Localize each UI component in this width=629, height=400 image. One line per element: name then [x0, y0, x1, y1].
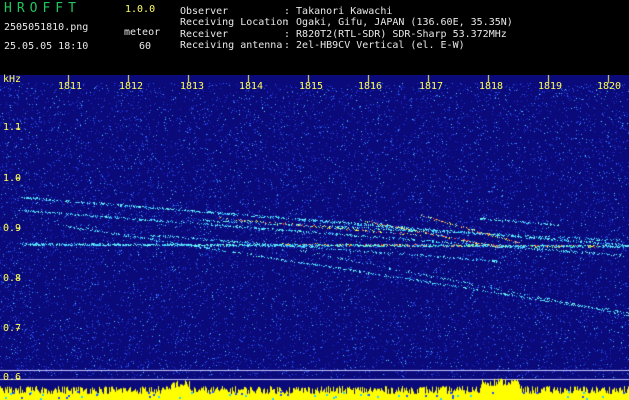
- x-tick-label: 1815: [299, 81, 324, 92]
- meteor-label: meteor: [124, 27, 161, 38]
- antenna-value: : 2el-HB9CV Vertical (el. E-W): [284, 40, 465, 51]
- app-logo: HROFFT: [4, 1, 81, 16]
- observer-label: Observer: [180, 6, 229, 17]
- y-tick-label: 0.9: [3, 223, 22, 234]
- location-value: : Ogaki, Gifu, JAPAN (136.60E, 35.35N): [284, 17, 513, 28]
- file-name: 2505051810.png: [4, 22, 89, 33]
- x-tick-label: 1811: [58, 81, 83, 92]
- y-tick-label: 0.8: [3, 273, 22, 284]
- x-tick-label: 1812: [119, 81, 144, 92]
- x-tick-label: 1819: [538, 81, 563, 92]
- x-tick-label: 1814: [239, 81, 264, 92]
- capture-datetime: 25.05.05 18:10: [4, 41, 89, 52]
- x-tick-label: 1820: [597, 81, 622, 92]
- x-tick-label: 1813: [180, 81, 205, 92]
- x-tick-label: 1816: [358, 81, 383, 92]
- spectrogram-canvas: [0, 75, 629, 400]
- antenna-label: Receiving antenna: [180, 40, 283, 51]
- receiver-value: : R820T2(RTL-SDR) SDR-Sharp 53.372MHz: [284, 29, 507, 40]
- receiver-label: Receiver: [180, 29, 229, 40]
- y-tick-label: 1.0: [3, 173, 22, 184]
- y-axis-unit: kHz: [3, 74, 22, 85]
- meteor-count: 60: [139, 41, 152, 52]
- y-tick-label: 0.7: [3, 323, 22, 334]
- observer-value: : Takanori Kawachi: [284, 6, 393, 17]
- x-tick-label: 1817: [419, 81, 444, 92]
- app-version: 1.0.0: [125, 4, 156, 15]
- header-panel: HROFFT 1.0.0 2505051810.png 25.05.05 18:…: [0, 0, 629, 75]
- y-tick-label: 0.6: [3, 372, 22, 383]
- location-label: Receiving Location: [180, 17, 289, 28]
- y-tick-label: 1.1: [3, 122, 22, 133]
- x-tick-label: 1818: [479, 81, 504, 92]
